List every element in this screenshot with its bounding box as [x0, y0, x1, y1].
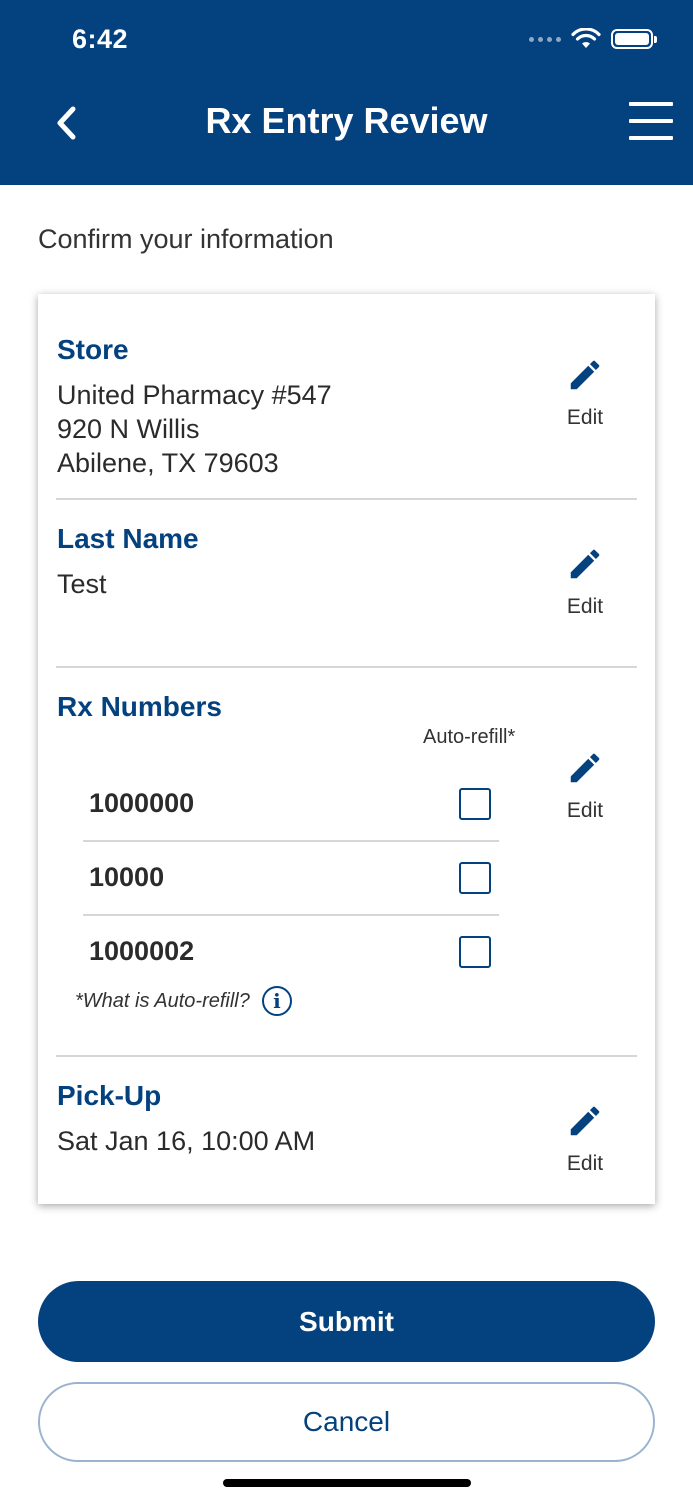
- pickup-value: Sat Jan 16, 10:00 AM: [57, 1126, 316, 1156]
- rx-numbers-title: Rx Numbers: [57, 691, 222, 722]
- info-icon[interactable]: i: [261, 986, 292, 1016]
- pickup-title: Pick-Up: [57, 1080, 162, 1111]
- auto-refill-checkbox[interactable]: [459, 862, 491, 894]
- store-name: United Pharmacy #547: [57, 380, 332, 410]
- store-title: Store: [57, 334, 129, 365]
- divider: [56, 498, 637, 500]
- auto-refill-checkbox[interactable]: [459, 936, 491, 968]
- edit-label: Edit: [566, 595, 604, 618]
- edit-pickup-button[interactable]: Edit: [555, 1102, 615, 1176]
- home-indicator: [223, 1479, 471, 1487]
- divider: [56, 1055, 637, 1057]
- edit-store-button[interactable]: Edit: [555, 356, 615, 430]
- wifi-icon: [571, 28, 601, 48]
- store-city: Abilene, TX 79603: [57, 448, 279, 478]
- rx-number: 10000: [89, 862, 165, 892]
- auto-refill-info-link[interactable]: *What is Auto-refill? i: [75, 986, 292, 1016]
- review-card: Store United Pharmacy #547 920 N Willis …: [38, 294, 655, 1204]
- pencil-icon: [570, 549, 600, 579]
- signal-icon: [529, 36, 561, 42]
- edit-label: Edit: [566, 1152, 604, 1175]
- edit-label: Edit: [566, 406, 604, 429]
- last-name-title: Last Name: [57, 523, 199, 554]
- rx-number: 1000002: [89, 936, 195, 966]
- page-title: Rx Entry Review: [205, 100, 488, 141]
- intro-text: Confirm your information: [38, 224, 334, 254]
- edit-last-name-button[interactable]: Edit: [555, 545, 615, 619]
- pencil-icon: [570, 1106, 600, 1136]
- edit-label: Edit: [566, 799, 604, 822]
- last-name-value: Test: [57, 569, 107, 599]
- app-header: 6:42 Rx Entry Review: [0, 0, 693, 185]
- status-icons: [529, 28, 657, 50]
- pencil-icon: [570, 360, 600, 390]
- hamburger-menu-icon[interactable]: [629, 102, 673, 140]
- rx-number: 1000000: [89, 788, 195, 818]
- divider: [56, 666, 637, 668]
- auto-refill-checkbox[interactable]: [459, 788, 491, 820]
- store-address: United Pharmacy #547 920 N Willis Abilen…: [57, 378, 332, 480]
- rx-row: 10000: [83, 840, 499, 914]
- pencil-icon: [570, 753, 600, 783]
- edit-rx-numbers-button[interactable]: Edit: [555, 749, 615, 823]
- submit-button[interactable]: Submit: [38, 1281, 655, 1362]
- auto-refill-note: *What is Auto-refill?: [75, 989, 250, 1012]
- store-street: 920 N Willis: [57, 414, 200, 444]
- battery-icon: [611, 29, 657, 49]
- status-time: 6:42: [72, 24, 129, 54]
- rx-row: 1000002: [83, 914, 499, 988]
- auto-refill-header: Auto-refill*: [423, 726, 516, 748]
- rx-row: 1000000: [83, 766, 499, 840]
- cancel-button[interactable]: Cancel: [38, 1382, 655, 1462]
